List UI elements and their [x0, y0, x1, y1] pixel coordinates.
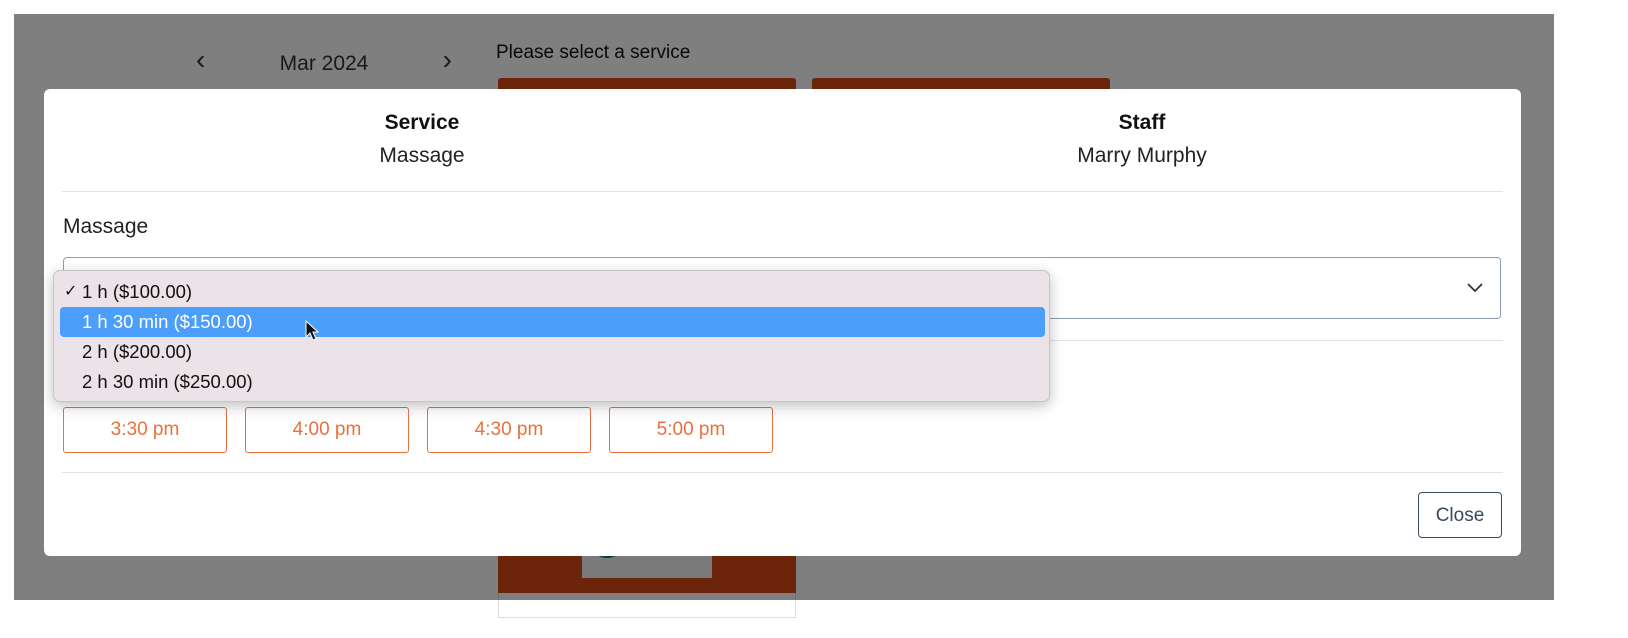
divider — [62, 472, 1503, 473]
dropdown-option[interactable]: 2 h ($200.00) — [60, 337, 1045, 367]
dropdown-option-highlighted[interactable]: 1 h 30 min ($150.00) — [60, 307, 1045, 337]
checkmark-icon: ✓ — [64, 283, 78, 300]
dropdown-option-label: 2 h ($200.00) — [82, 341, 193, 362]
staff-value: Marry Murphy — [1077, 144, 1207, 167]
duration-section-label: Massage — [63, 215, 149, 238]
dropdown-option[interactable]: 2 h 30 min ($250.00) — [60, 367, 1045, 397]
time-slot-button[interactable]: 4:30 pm — [427, 407, 591, 453]
chevron-down-icon — [1467, 283, 1483, 293]
service-value: Massage — [379, 144, 465, 167]
staff-summary: Staff Marry Murphy — [782, 111, 1502, 168]
time-slot-button[interactable]: 4:00 pm — [245, 407, 409, 453]
dropdown-option-label: 1 h 30 min ($150.00) — [82, 311, 253, 332]
service-summary: Service Massage — [62, 111, 782, 168]
duration-dropdown-menu: ✓ 1 h ($100.00) 1 h 30 min ($150.00) 2 h… — [53, 270, 1050, 402]
service-title: Service — [384, 111, 460, 134]
time-slot-button[interactable]: 3:30 pm — [63, 407, 227, 453]
time-slot-button[interactable]: 5:00 pm — [609, 407, 773, 453]
dropdown-option[interactable]: ✓ 1 h ($100.00) — [60, 277, 1045, 307]
dropdown-option-label: 2 h 30 min ($250.00) — [82, 371, 253, 392]
dropdown-option-label: 1 h ($100.00) — [82, 281, 193, 302]
mouse-cursor-icon — [305, 320, 319, 341]
divider — [62, 191, 1503, 192]
close-button[interactable]: Close — [1418, 492, 1502, 538]
staff-title: Staff — [1118, 111, 1166, 134]
